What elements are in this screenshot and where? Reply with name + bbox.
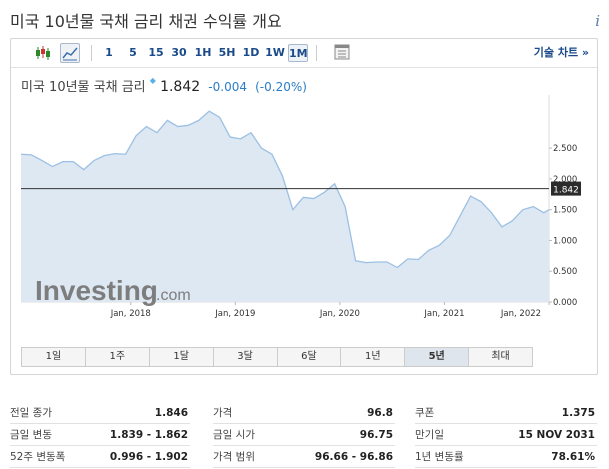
y-tick-label: 0.000 bbox=[553, 298, 577, 308]
stats-column-2: 가격 96.8 금일 시가 96.75 가격 범위 96.66 - 96.86 bbox=[213, 402, 395, 468]
stats-column-3: 쿠폰 1.375 만기일 15 NOV 2031 1년 변동률 78.61% bbox=[415, 402, 597, 468]
stat-value: 96.66 - 96.86 bbox=[314, 451, 393, 463]
y-tick-label: 1.000 bbox=[553, 236, 577, 246]
chart-area: 미국 10년물 국채 금리 ◆ 1.842 -0.004 (-0.20%) In… bbox=[11, 67, 597, 342]
stat-row: 전일 종가 1.846 bbox=[10, 402, 190, 424]
range-button[interactable]: 1주 bbox=[86, 348, 150, 366]
interval-5[interactable]: 5 bbox=[127, 44, 139, 62]
interval-15[interactable]: 15 bbox=[148, 44, 164, 62]
stat-label: 전일 종가 bbox=[10, 407, 52, 419]
stat-value: 1.846 bbox=[154, 407, 188, 419]
toolbar-divider bbox=[91, 45, 92, 61]
y-tick-label: 1.500 bbox=[553, 206, 577, 216]
current-price-label: 1.842 bbox=[553, 186, 579, 196]
page-header: 미국 10년물 국채 금리 채권 수익률 개요 i bbox=[10, 6, 600, 32]
stat-value: 1.839 - 1.862 bbox=[109, 429, 188, 441]
interval-1w[interactable]: 1W bbox=[265, 44, 285, 62]
interval-1h[interactable]: 1H bbox=[194, 44, 212, 62]
interval-30[interactable]: 30 bbox=[171, 44, 187, 62]
stat-row: 52주 변동폭 0.996 - 1.902 bbox=[10, 446, 190, 468]
page-title: 미국 10년물 국채 금리 채권 수익률 개요 bbox=[10, 12, 282, 31]
line-chart-icon[interactable] bbox=[60, 43, 80, 63]
y-tick-label: 0.500 bbox=[553, 267, 577, 277]
stat-row: 쿠폰 1.375 bbox=[415, 402, 597, 424]
range-button[interactable]: 3달 bbox=[214, 348, 278, 366]
document-icon[interactable] bbox=[333, 43, 353, 63]
y-tick-label: 2.500 bbox=[553, 144, 577, 154]
stat-label: 쿠폰 bbox=[415, 407, 435, 419]
stat-row: 가격 96.8 bbox=[213, 402, 395, 424]
stat-label: 1년 변동률 bbox=[415, 451, 464, 463]
stat-row: 만기일 15 NOV 2031 bbox=[415, 424, 597, 446]
y-tick-label: 2.000 bbox=[553, 175, 577, 185]
interval-1d[interactable]: 1D bbox=[242, 44, 260, 62]
chart-toolbar: 1 5 15 30 1H 5H 1D 1W 1M 기술 차트 » bbox=[11, 39, 597, 67]
stat-value: 1.375 bbox=[561, 407, 595, 419]
watermark-suffix: .com bbox=[156, 287, 191, 304]
range-button[interactable]: 1달 bbox=[150, 348, 214, 366]
range-button[interactable]: 1일 bbox=[22, 348, 86, 366]
candlestick-icon[interactable] bbox=[33, 43, 53, 63]
stat-label: 금일 시가 bbox=[213, 429, 255, 441]
info-icon[interactable]: i bbox=[595, 12, 600, 30]
x-tick-label: Jan, 2018 bbox=[110, 309, 151, 319]
stat-label: 가격 범위 bbox=[213, 451, 255, 463]
stat-value: 96.8 bbox=[367, 407, 393, 419]
series-area bbox=[21, 111, 549, 302]
yield-chart[interactable]: Investing.com 1.842 2.500 2.000 1.500 1.000 0.… bbox=[11, 68, 597, 343]
range-button[interactable]: 5년 bbox=[405, 348, 470, 366]
x-tick-label: Jan, 2022 bbox=[500, 309, 541, 319]
interval-1m[interactable]: 1M bbox=[288, 44, 308, 62]
stat-label: 52주 변동폭 bbox=[10, 451, 66, 463]
stat-row: 금일 변동 1.839 - 1.862 bbox=[10, 424, 190, 446]
range-button[interactable]: 1년 bbox=[341, 348, 406, 366]
range-selector: 1일 1주 1달 3달 6달 1년 5년 최대 bbox=[21, 347, 533, 367]
range-button[interactable]: 최대 bbox=[469, 348, 532, 366]
interval-1[interactable]: 1 bbox=[103, 44, 115, 62]
stat-value: 78.61% bbox=[551, 451, 595, 463]
x-tick-label: Jan, 2020 bbox=[319, 309, 360, 319]
stat-value: 15 NOV 2031 bbox=[518, 429, 595, 441]
stat-row: 1년 변동률 78.61% bbox=[415, 446, 597, 468]
range-button[interactable]: 6달 bbox=[278, 348, 342, 366]
interval-5h[interactable]: 5H bbox=[218, 44, 236, 62]
stat-label: 가격 bbox=[213, 407, 233, 419]
stat-row: 가격 범위 96.66 - 96.86 bbox=[213, 446, 395, 468]
stat-label: 금일 변동 bbox=[10, 429, 52, 441]
toolbar-divider bbox=[316, 45, 317, 61]
stat-row: 금일 시가 96.75 bbox=[213, 424, 395, 446]
chart-panel: 1 5 15 30 1H 5H 1D 1W 1M 기술 차트 » 미국 10년물… bbox=[10, 38, 598, 375]
x-tick-label: Jan, 2021 bbox=[423, 309, 464, 319]
technical-chart-link[interactable]: 기술 차트 » bbox=[534, 44, 589, 60]
stat-label: 만기일 bbox=[415, 429, 444, 441]
stats-column-1: 전일 종가 1.846 금일 변동 1.839 - 1.862 52주 변동폭 0.996… bbox=[10, 402, 190, 468]
stat-value: 96.75 bbox=[359, 429, 393, 441]
watermark-brand: Investing bbox=[35, 275, 158, 306]
stat-value: 0.996 - 1.902 bbox=[109, 451, 188, 463]
x-tick-label: Jan, 2019 bbox=[214, 309, 255, 319]
